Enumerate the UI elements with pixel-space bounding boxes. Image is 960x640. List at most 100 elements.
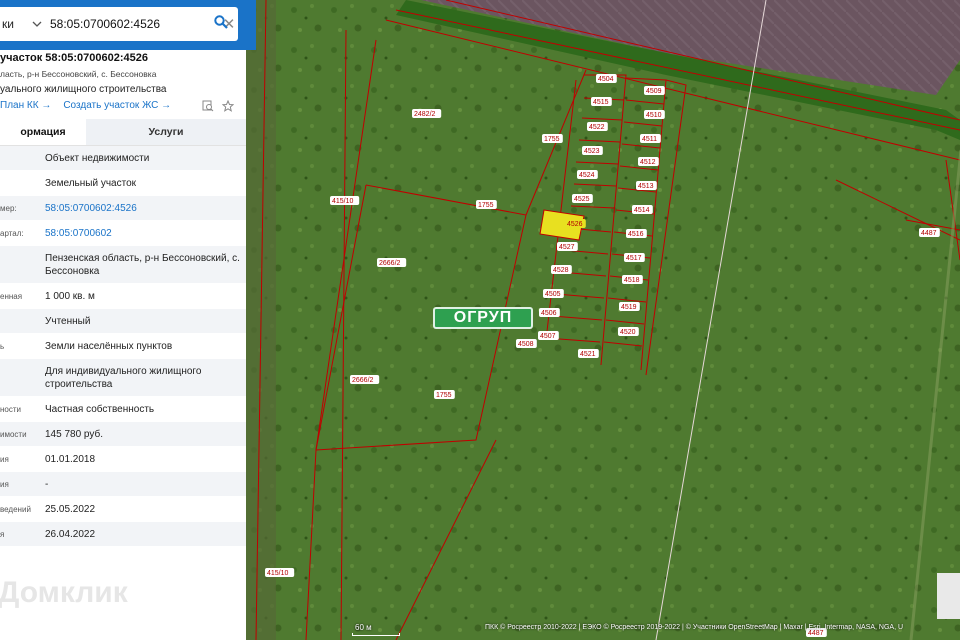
plot-number-label: 4523 xyxy=(584,148,600,155)
map-canvas[interactable]: 4504 4509 4515 4510 4522 4511 4523 4512 4524 4513… xyxy=(246,0,960,640)
search-type-select[interactable]: ки xyxy=(2,17,28,31)
attr-value: Земли населённых пунктов xyxy=(45,340,173,352)
scale-bar xyxy=(352,633,400,636)
plot-number-label: 4516 xyxy=(628,231,644,238)
attr-value: Частная собственность xyxy=(45,403,155,415)
search-bar: ки 58:05:0700602:4526 ✕ xyxy=(0,0,256,50)
plot-number-label: 4487 xyxy=(808,630,824,637)
search-input[interactable]: 58:05:0700602:4526 xyxy=(46,17,220,31)
attr-label xyxy=(0,171,44,195)
create-plot-link[interactable]: Создать участок ЖС → xyxy=(63,100,171,115)
plan-kk-link[interactable]: План КК → xyxy=(0,100,51,115)
plot-number-label: 4515 xyxy=(593,99,609,106)
plot-number-label: 4518 xyxy=(624,277,640,284)
plot-number-label: 4487 xyxy=(921,230,937,237)
attr-value: 25.05.2022 xyxy=(45,503,96,515)
cadastral-map[interactable]: 4504 4509 4515 4510 4522 4511 4523 4512 4524 4513… xyxy=(246,0,960,640)
attr-row: мер: 58:05:0700602:4526 xyxy=(0,196,246,221)
plot-number-label: 415/10 xyxy=(267,570,289,577)
chevron-down-icon[interactable] xyxy=(28,7,46,41)
plot-number-label: 4527 xyxy=(559,244,575,251)
attr-label: ведений xyxy=(0,504,31,514)
plot-number-label: 4513 xyxy=(638,183,654,190)
attr-value: Для индивидуального жилищного строительс… xyxy=(45,365,202,390)
attr-row: Учтенный xyxy=(0,309,246,334)
plot-number-label: 4522 xyxy=(589,124,605,131)
plot-number-label: 4514 xyxy=(634,207,650,214)
plot-number-label: 4510 xyxy=(646,112,662,119)
plot-number-label: 2666/2 xyxy=(352,377,374,384)
attr-label: ия xyxy=(0,454,9,464)
attr-value: Учтенный xyxy=(45,315,91,327)
map-attribution: ПКК © Росреестр 2010-2022 | ЕЭКО © Росре… xyxy=(485,624,904,631)
plot-number-label: 2666/2 xyxy=(379,260,401,267)
attr-label: мер: xyxy=(0,203,17,213)
plot-number-label: 4512 xyxy=(640,159,656,166)
attr-row: енная 1 000 кв. м xyxy=(0,284,246,309)
plot-number-label: 4511 xyxy=(642,136,657,143)
plot-number-label: 4507 xyxy=(540,333,556,340)
plot-number-label: 4509 xyxy=(646,88,662,95)
attr-label xyxy=(0,246,44,283)
minimap[interactable] xyxy=(937,573,960,619)
attr-label xyxy=(0,146,44,170)
plot-number-label: 4528 xyxy=(553,267,569,274)
domclick-watermark: Домклик xyxy=(0,576,128,609)
attr-value: Пензенская область, р-н Бессоновский, с.… xyxy=(45,252,240,277)
plot-number-label: 4521 xyxy=(580,351,596,358)
attr-label: ь xyxy=(0,341,5,351)
plot-number-label: 415/10 xyxy=(332,198,354,205)
attr-value: Объект недвижимости xyxy=(45,152,150,164)
plot-number-label: 1755 xyxy=(436,392,452,399)
attr-row: Пензенская область, р-н Бессоновский, с.… xyxy=(0,246,246,284)
plot-purpose: уального жилищного строительства xyxy=(0,84,167,95)
attr-label: артал: xyxy=(0,228,24,238)
attr-label xyxy=(0,359,44,396)
attr-row: имости 145 780 руб. xyxy=(0,422,246,447)
search-icon xyxy=(214,14,228,34)
plot-number-label: 4520 xyxy=(620,329,636,336)
attr-value: 1 000 кв. м xyxy=(45,290,95,302)
attr-label: енная xyxy=(0,291,23,301)
search-doc-icon[interactable] xyxy=(202,100,214,115)
plot-title: участок 58:05:0700602:4526 xyxy=(0,52,149,64)
plot-number-label: 4505 xyxy=(545,291,561,298)
search-button[interactable] xyxy=(206,7,236,41)
plot-number-label: 1755 xyxy=(544,136,560,143)
attr-row: ности Частная собственность xyxy=(0,397,246,422)
attr-row: артал: 58:05:0700602 xyxy=(0,221,246,246)
attr-value: 145 780 руб. xyxy=(45,428,103,440)
plot-number-label: 4524 xyxy=(579,172,595,179)
attr-value: 26.04.2022 xyxy=(45,528,96,540)
tab-info[interactable]: ормация xyxy=(0,119,86,145)
cadastral-number-link[interactable]: 58:05:0700602:4526 xyxy=(44,196,246,220)
plot-address: ласть, р-н Бессоновский, с. Бессоновка xyxy=(0,69,157,79)
search-box: ки 58:05:0700602:4526 ✕ xyxy=(0,7,238,41)
action-links: План КК → Создать участок ЖС → xyxy=(0,99,240,115)
attr-label: я xyxy=(0,529,5,539)
plot-number-label: 1755 xyxy=(478,202,494,209)
info-tabs: ормация Услуги xyxy=(0,119,246,146)
attr-row: я 26.04.2022 xyxy=(0,522,246,547)
scale-label: 60 м xyxy=(355,623,372,632)
ogrup-badge: ОГРУП xyxy=(433,307,533,329)
star-icon[interactable] xyxy=(221,99,235,115)
plot-number-label: 4506 xyxy=(541,310,557,317)
attr-label xyxy=(0,309,44,333)
attr-label: имости xyxy=(0,429,27,439)
attr-row: Земельный участок xyxy=(0,171,246,196)
attr-row: ия 01.01.2018 xyxy=(0,447,246,472)
plot-number-label: 4525 xyxy=(574,196,590,203)
tab-services[interactable]: Услуги xyxy=(86,119,246,145)
plot-number-label: 4508 xyxy=(518,341,534,348)
attr-label: ия xyxy=(0,479,9,489)
cadastral-quarter-link[interactable]: 58:05:0700602 xyxy=(44,221,246,245)
attr-row: ь Земли населённых пунктов xyxy=(0,334,246,359)
plot-number-label: 4517 xyxy=(626,255,642,262)
attr-row: Объект недвижимости xyxy=(0,146,246,171)
attr-row: ведений 25.05.2022 xyxy=(0,497,246,522)
attributes-table: Объект недвижимости Земельный участок ме… xyxy=(0,146,246,547)
plot-number-label: 2482/2 xyxy=(414,111,436,118)
attr-value: - xyxy=(45,478,49,490)
attr-value: Земельный участок xyxy=(45,177,137,189)
